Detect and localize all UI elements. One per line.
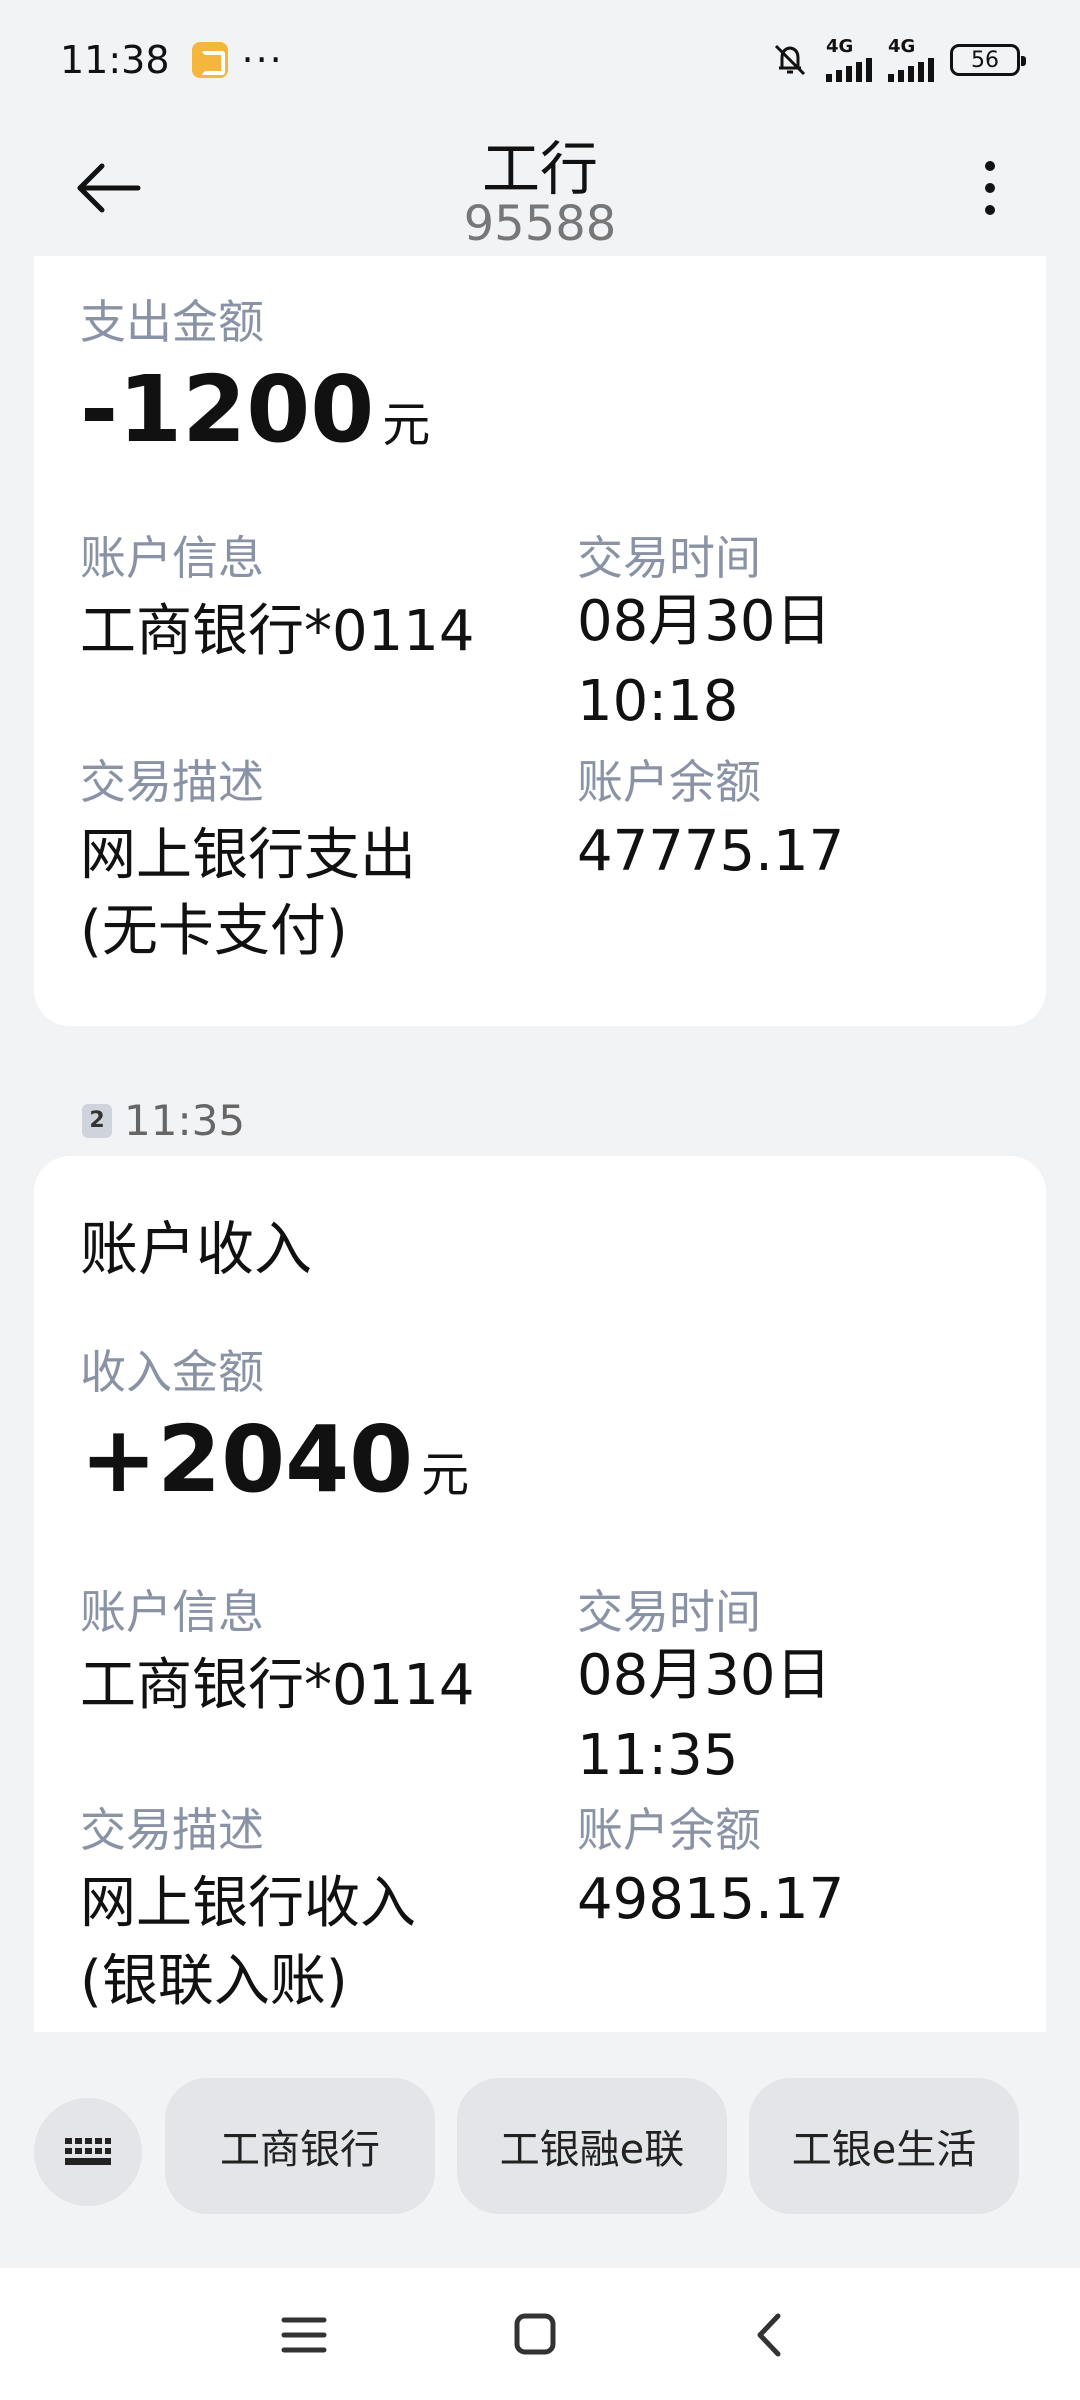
amount-label: 收入金额 xyxy=(80,1345,264,1399)
quick-reply-bar: 工商银行 工银融e联 工银e生活 xyxy=(0,2032,1080,2268)
home-button[interactable] xyxy=(505,2308,565,2362)
recents-button[interactable] xyxy=(274,2308,334,2362)
amount-value: -1200 元 xyxy=(80,356,430,463)
quick-reply-chip[interactable]: 工银e生活 xyxy=(749,2078,1019,2214)
sim-2-icon: 2 xyxy=(82,1103,112,1138)
mute-icon xyxy=(774,44,806,76)
status-bar: 11:38 ··· 4G 4G 56 xyxy=(0,0,1080,120)
account-label: 账户信息 xyxy=(80,531,264,585)
balance-value: 49815.17 xyxy=(577,1867,845,1932)
message-title: 账户收入 xyxy=(80,1215,313,1283)
signal-sim1-icon: 4G xyxy=(826,38,872,82)
system-back-button[interactable] xyxy=(740,2308,800,2362)
signal-sim2-icon: 4G xyxy=(888,38,934,82)
amount-number: -1200 xyxy=(80,356,375,463)
desc-label: 交易描述 xyxy=(80,1803,264,1857)
more-notifications-icon: ··· xyxy=(241,38,284,82)
amount-value: +2040 元 xyxy=(80,1406,469,1513)
menu-icon xyxy=(281,2317,327,2353)
square-icon xyxy=(514,2313,556,2355)
keyboard-icon xyxy=(65,2138,111,2165)
status-time: 11:38 xyxy=(60,38,170,82)
account-value: 工商银行*0114 xyxy=(80,1653,475,1718)
time-clock: 11:35 xyxy=(577,1723,739,1788)
message-card-expense[interactable]: 支出金额 -1200 元 账户信息 工商银行*0114 交易时间 08月30日 1… xyxy=(34,256,1046,1026)
time-label: 交易时间 xyxy=(577,1585,761,1639)
desc-line2: (银联入账) xyxy=(80,1949,348,2014)
contact-name: 工行 xyxy=(481,135,598,203)
desc-line1: 网上银行支出 xyxy=(80,823,416,888)
balance-value: 47775.17 xyxy=(577,819,845,884)
account-label: 账户信息 xyxy=(80,1585,264,1639)
desc-label: 交易描述 xyxy=(80,755,264,809)
conversation-header: 工行 95588 xyxy=(0,120,1080,260)
time-clock: 10:18 xyxy=(577,669,739,734)
signal-sim1-label: 4G xyxy=(826,36,854,57)
amount-number: +2040 xyxy=(80,1406,414,1513)
amount-unit: 元 xyxy=(382,397,431,453)
keyboard-button[interactable] xyxy=(34,2098,142,2206)
signal-sim2-label: 4G xyxy=(888,36,916,57)
system-nav-bar xyxy=(0,2268,1080,2400)
balance-label: 账户余额 xyxy=(577,1803,761,1857)
amount-label: 支出金额 xyxy=(80,295,264,349)
status-icons: 4G 4G 56 xyxy=(770,38,1026,82)
battery-icon: 56 xyxy=(950,44,1026,76)
battery-level: 56 xyxy=(971,47,999,73)
message-timestamp: 2 11:35 xyxy=(82,1096,245,1145)
chevron-left-icon xyxy=(757,2313,781,2357)
more-vertical-icon xyxy=(985,161,995,215)
quick-reply-chip[interactable]: 工商银行 xyxy=(165,2078,435,2214)
time-date: 08月30日 xyxy=(577,1643,832,1708)
timestamp-text: 11:35 xyxy=(124,1096,246,1145)
desc-line1: 网上银行收入 xyxy=(80,1871,416,1936)
time-label: 交易时间 xyxy=(577,531,761,585)
message-card-income[interactable]: 账户收入 收入金额 +2040 元 账户信息 工商银行*0114 交易时间 08月… xyxy=(34,1156,1046,2032)
time-date: 08月30日 xyxy=(577,589,832,654)
account-value: 工商银行*0114 xyxy=(80,599,475,664)
balance-label: 账户余额 xyxy=(577,755,761,809)
contact-number: 95588 xyxy=(463,196,617,252)
quick-reply-chip[interactable]: 工银融e联 xyxy=(457,2078,727,2214)
amount-unit: 元 xyxy=(421,1447,470,1503)
notification-app-icon xyxy=(191,42,228,78)
desc-line2: (无卡支付) xyxy=(80,899,348,964)
more-options-button[interactable] xyxy=(960,150,1020,220)
